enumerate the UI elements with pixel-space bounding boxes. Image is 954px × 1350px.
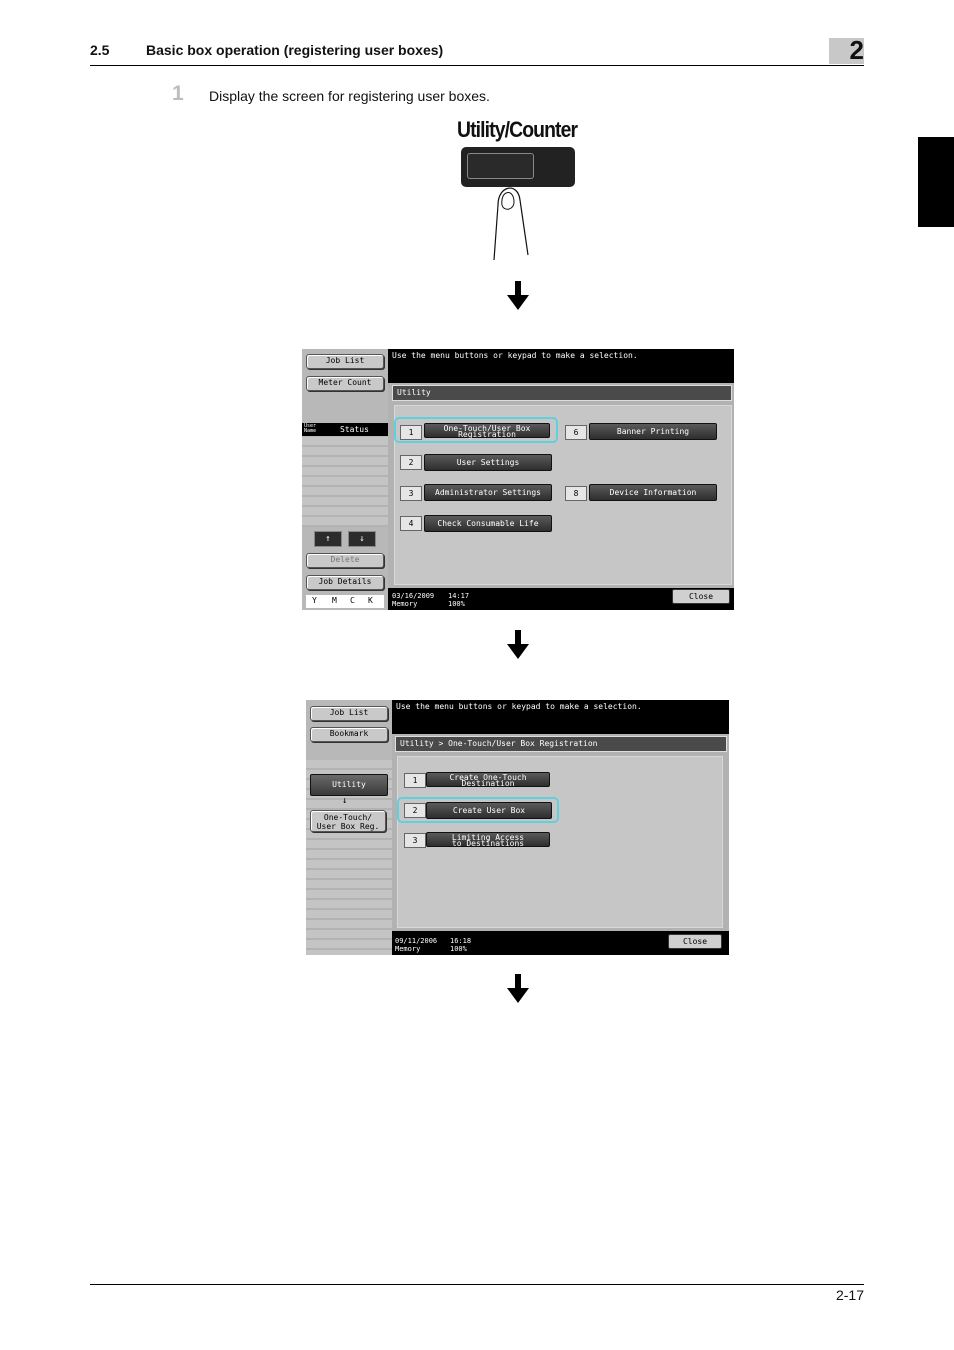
job-list-button[interactable]: Job List [306,354,384,369]
section-number: 2.5 [90,42,110,58]
status-date: 09/11/2006 [395,937,438,945]
menu-number-2: 2 [400,455,422,470]
job-list-header: User Name Status [302,423,388,436]
status-time: 16:18 [450,937,472,945]
footer-rule [90,1284,864,1285]
toner-m: M [332,596,337,605]
message-bar: Use the menu buttons or keypad to make a… [392,700,729,734]
nav-label-line1: One-Touch/ [323,813,373,822]
status-time: 14:17 [448,592,470,600]
menu-number-3: 3 [404,833,426,848]
check-consumable-life-button[interactable]: Check Consumable Life [424,515,552,532]
down-arrow-icon [507,281,529,310]
nav-label-line2: User Box Reg. [316,822,380,831]
close-button[interactable]: Close [672,589,730,604]
step-number: 1 [172,82,184,105]
one-touch-user-box-reg-nav-button[interactable]: One-Touch/User Box Reg. [310,810,386,832]
limiting-access-to-destinations-button[interactable]: Limiting Access to Destinations [426,832,550,848]
memory-value: 100% [450,945,467,953]
down-arrow-icon [507,974,529,1003]
screen-title: Utility > One-Touch/User Box Registratio… [395,736,727,752]
message-bar: Use the menu buttons or keypad to make a… [388,349,734,383]
toner-y: Y [312,596,317,605]
banner-printing-button[interactable]: Banner Printing [589,423,717,440]
close-button[interactable]: Close [668,934,722,949]
one-touch-registration-screen: Job List Bookmark Utility ↓ One-Touch/Us… [306,700,729,955]
chapter-number: 2 [849,35,864,65]
delete-button[interactable]: Delete [306,553,384,568]
menu-number-8: 8 [565,486,587,501]
utility-counter-label: Utility/Counter [457,117,578,142]
nav-down-arrow-icon: ↓ [342,796,348,806]
memory-label: Memory [395,945,421,953]
utility-nav-button[interactable]: Utility [310,774,388,796]
create-user-box-button[interactable]: Create User Box [426,802,552,819]
scroll-down-button[interactable]: ↓ [348,531,376,547]
user-name-column: User Name [304,423,317,434]
menu-number-1: 1 [400,425,422,440]
device-information-button[interactable]: Device Information [589,484,717,501]
menu-number-2: 2 [404,803,426,818]
one-touch-user-box-registration-button[interactable]: One-Touch/User Box Registration [424,423,550,439]
administrator-settings-button[interactable]: Administrator Settings [424,484,552,501]
memory-label: Memory [392,600,418,608]
create-one-touch-destination-button[interactable]: Create One-Touch Destination [426,772,550,788]
section-title: Basic box operation (registering user bo… [146,42,444,58]
chapter-side-tab [918,137,954,227]
memory-value: 100% [448,600,465,608]
scroll-up-button[interactable]: ↑ [314,531,342,547]
page-number: 2-17 [835,1287,864,1303]
down-arrow-icon [507,630,529,659]
status-date: 03/16/2009 [392,592,435,600]
user-settings-button[interactable]: User Settings [424,454,552,471]
job-list-button[interactable]: Job List [310,706,388,721]
job-list-rows [302,437,388,527]
header-rule [90,65,864,66]
menu-label-line2: to Destinations [451,839,525,848]
menu-number-1: 1 [404,773,426,788]
meter-count-button[interactable]: Meter Count [306,376,384,391]
finger-press-icon [493,187,529,261]
menu-number-3: 3 [400,486,422,501]
menu-number-4: 4 [400,516,422,531]
toner-k: K [368,596,373,605]
step-text: Display the screen for registering user … [209,88,490,104]
toner-indicator: Y M C K [306,595,384,608]
utility-screen: Job List Meter Count User Name Status ↑ … [302,349,734,610]
bookmark-button[interactable]: Bookmark [310,727,388,742]
menu-label-line2: Destination [461,779,515,788]
screen-title: Utility [392,385,732,401]
toner-c: C [350,596,355,605]
job-details-button[interactable]: Job Details [306,575,384,590]
menu-number-6: 6 [565,425,587,440]
status-column: Status [340,425,369,434]
